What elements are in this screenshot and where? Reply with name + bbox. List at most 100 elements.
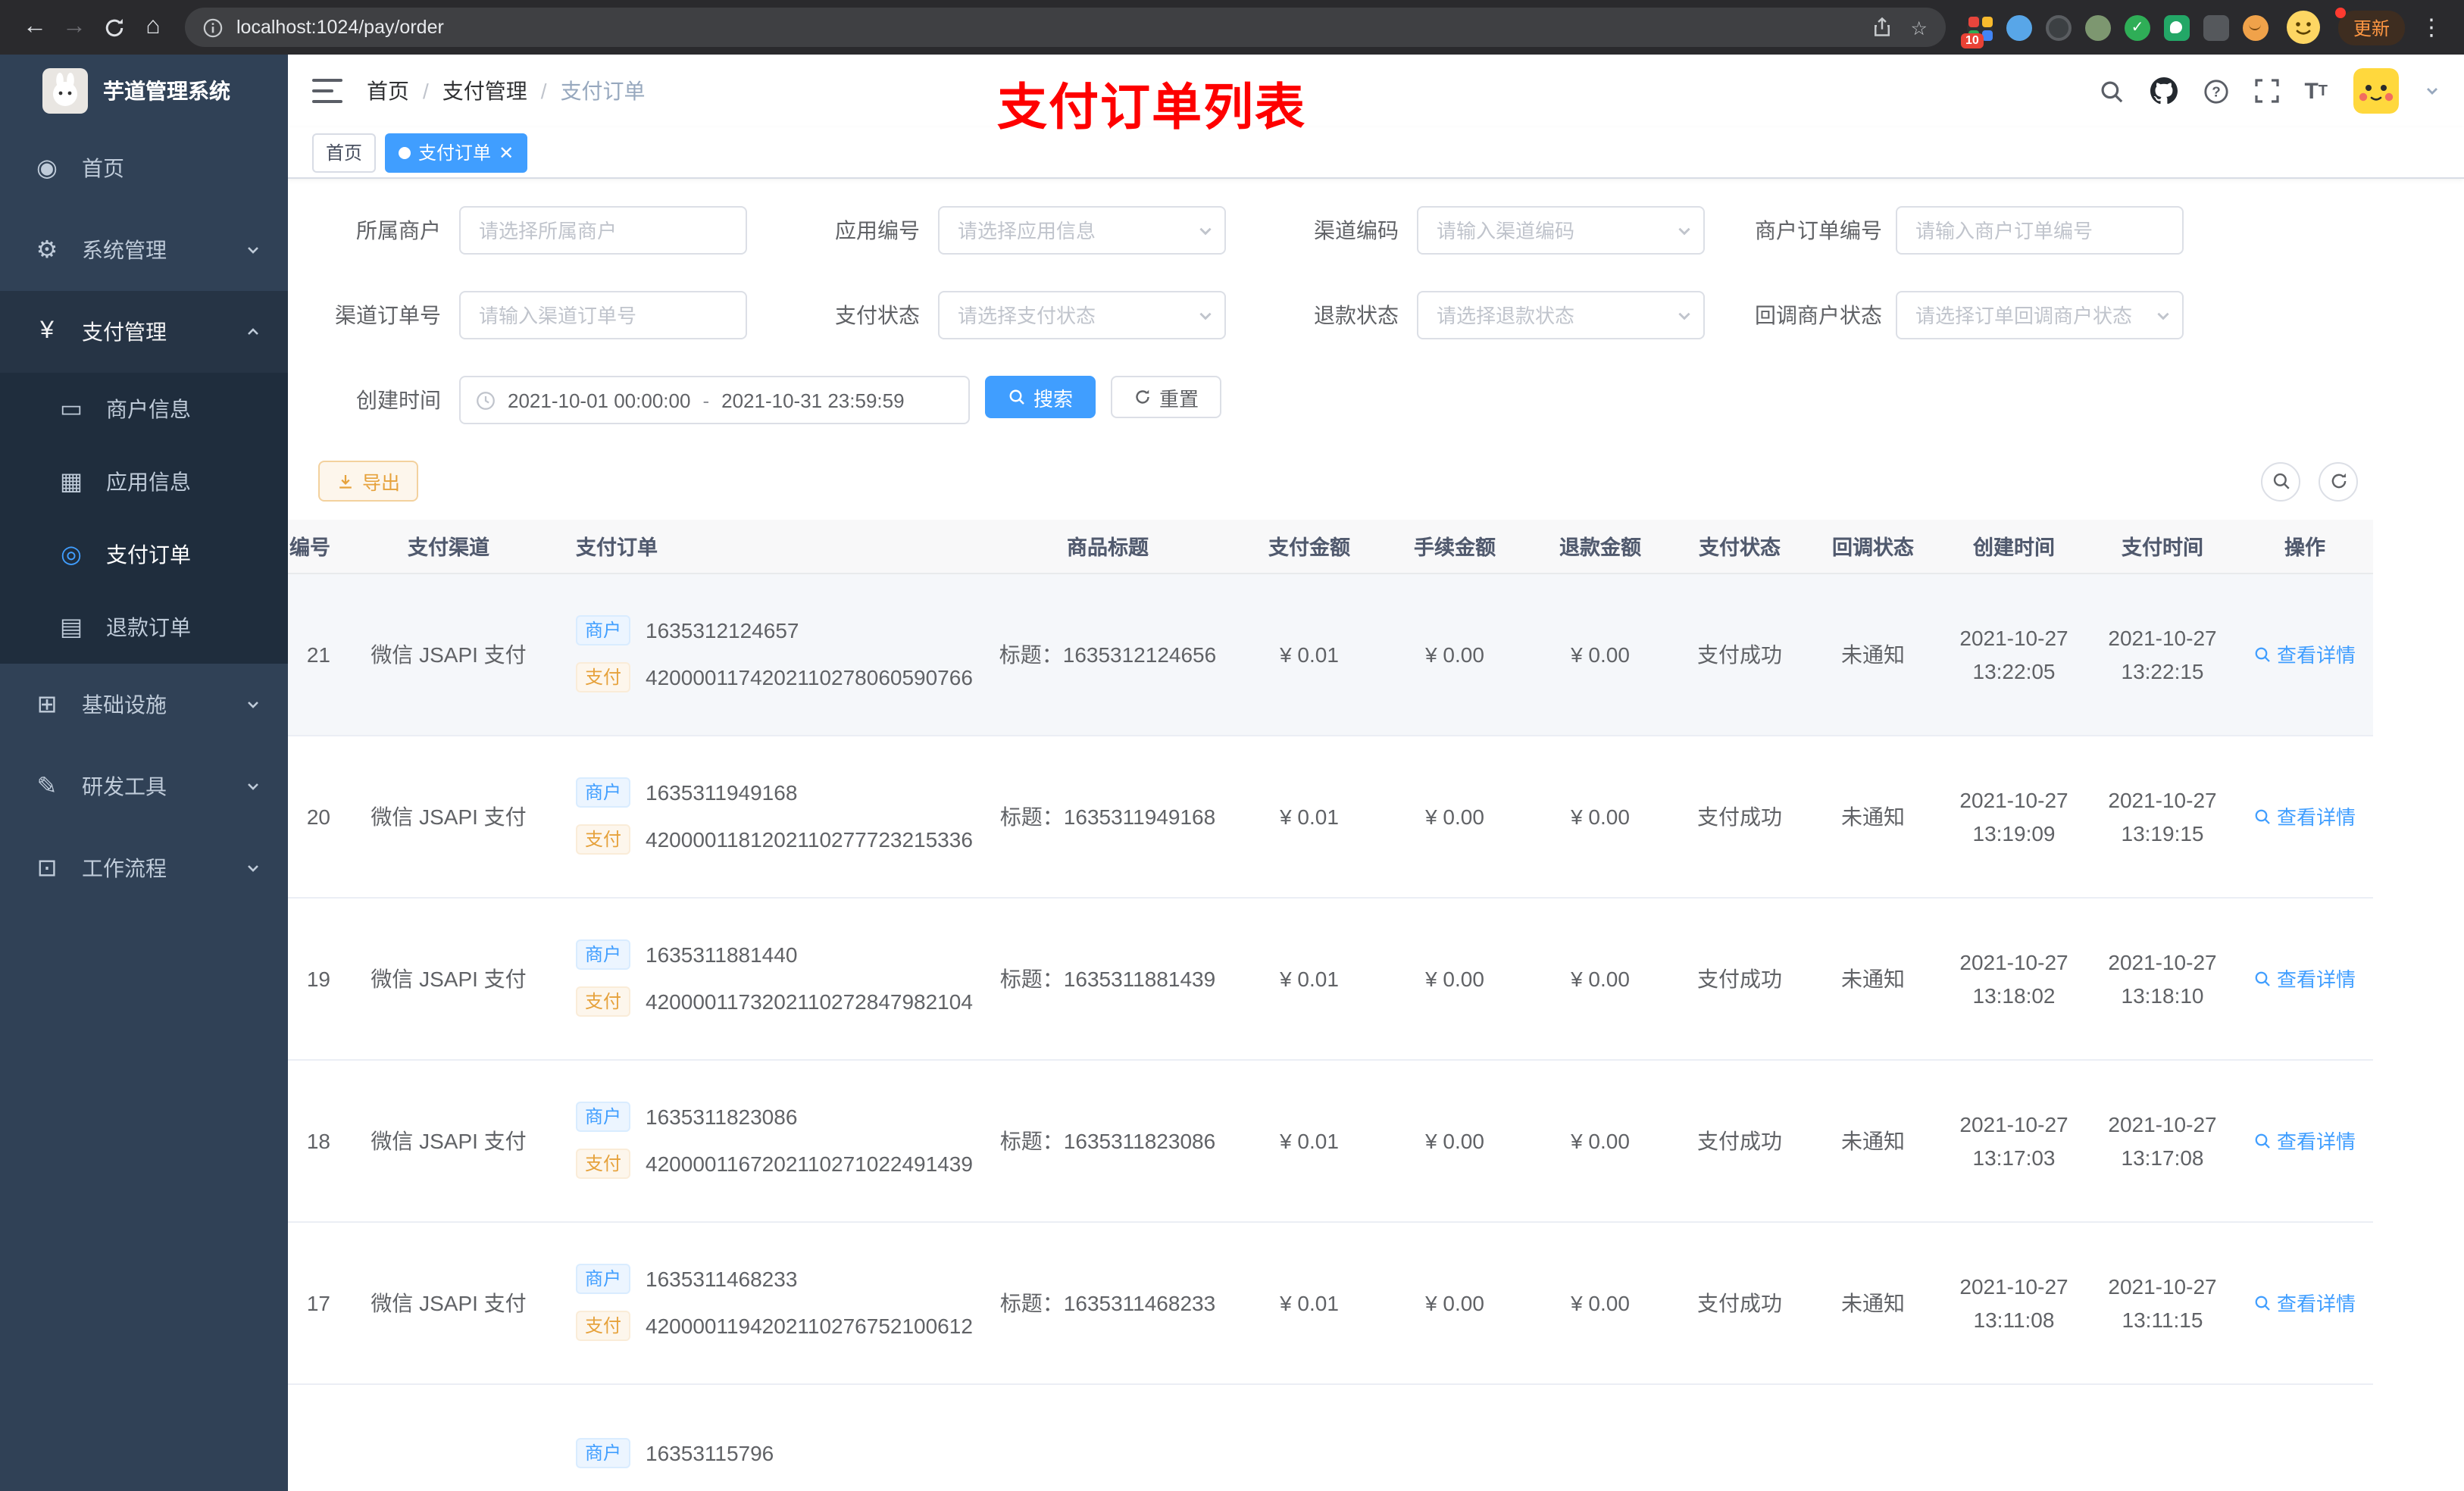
refresh-icon — [2331, 473, 2346, 489]
date-range-picker[interactable]: 2021-10-01 00:00:00 - 2021-10-31 23:59:5… — [459, 376, 970, 424]
app-id-select[interactable] — [938, 206, 1226, 255]
page-content: 所属商户 应用编号 渠道编码 商户订单编号 — [288, 179, 2464, 1491]
view-detail-link[interactable]: 查看详情 — [2254, 964, 2356, 992]
view-detail-link[interactable]: 查看详情 — [2254, 802, 2356, 830]
sidebar-item-home[interactable]: ◉ 首页 — [0, 127, 288, 209]
filter-notify-status: 回调商户状态 — [1755, 291, 2202, 339]
merchant-order-no: 1635311949168 — [646, 780, 798, 805]
sidebar-item-infrastructure[interactable]: ⊞ 基础设施 — [0, 664, 288, 746]
extension-icon[interactable] — [2203, 14, 2229, 40]
breadcrumb-home[interactable]: 首页 — [367, 76, 409, 106]
share-icon[interactable] — [1871, 17, 1893, 38]
tab-home[interactable]: 首页 — [312, 133, 377, 172]
product-title-cell: 标题：1635311949168 — [979, 735, 1237, 898]
merchant-order-no: 1635311881440 — [646, 942, 798, 967]
pay-tag: 支付 — [576, 1149, 631, 1179]
profile-avatar[interactable] — [2286, 11, 2320, 44]
filter-channel-order-no: 渠道订单号 — [318, 291, 765, 339]
pay-time-cell: 2021-10-27 13:17:08 — [2088, 1059, 2237, 1222]
fee-amount-cell: ¥ 0.00 — [1382, 573, 1527, 736]
merchant-tag: 商户 — [576, 1437, 631, 1468]
search-icon[interactable] — [2098, 78, 2124, 104]
sidebar-item-dev-tools[interactable]: ✎ 研发工具 — [0, 746, 288, 827]
sidebar-item-app-info[interactable]: ▦ 应用信息 — [0, 445, 288, 518]
extension-icon[interactable]: 10 — [1960, 14, 1993, 48]
extension-icon[interactable] — [2242, 14, 2269, 40]
browser-window: ← → ⌂ localhost:1024/pay/order ☆ 10 ✓ 更新… — [0, 0, 2464, 1491]
sidebar-item-pay-order[interactable]: ◎ 支付订单 — [0, 518, 288, 591]
channel-code-select[interactable] — [1417, 206, 1705, 255]
update-button[interactable]: 更新 — [2334, 7, 2405, 45]
search-button[interactable]: 搜索 — [985, 376, 1096, 418]
app-logo[interactable]: 芋道管理系统 — [0, 55, 288, 127]
sidebar-item-workflow[interactable]: ⊡ 工作流程 — [0, 827, 288, 909]
product-title-cell: 标题：1635311823086 — [979, 1059, 1237, 1222]
site-info-icon[interactable] — [203, 17, 223, 37]
bookmark-star-icon[interactable]: ☆ — [1911, 16, 1928, 39]
github-icon[interactable] — [2150, 77, 2178, 105]
extension-icon[interactable] — [2084, 14, 2111, 40]
table-toolbar: 导出 — [318, 461, 2434, 502]
caret-down-icon[interactable] — [2425, 83, 2440, 98]
channel-order-no-input[interactable] — [459, 291, 747, 339]
merchant-tag: 商户 — [576, 615, 631, 645]
address-bar[interactable]: localhost:1024/pay/order ☆ — [185, 8, 1946, 47]
tab-pay-order[interactable]: 支付订单 ✕ — [385, 133, 528, 172]
product-title-cell: 标题：1635311881439 — [979, 897, 1237, 1060]
yen-icon: ¥ — [40, 318, 54, 344]
fullscreen-icon[interactable] — [2254, 79, 2279, 103]
view-detail-link[interactable]: 查看详情 — [2254, 639, 2356, 668]
reset-button[interactable]: 重置 — [1111, 376, 1222, 418]
extension-icon[interactable] — [2006, 14, 2032, 40]
action-cell: 查看详情 — [2237, 573, 2373, 736]
back-icon[interactable]: ← — [15, 8, 55, 47]
sidebar-item-merchant-info[interactable]: ▭ 商户信息 — [0, 373, 288, 445]
reload-icon[interactable] — [94, 8, 133, 47]
search-toggle-button[interactable] — [2261, 461, 2300, 501]
merchant-order-no-input[interactable] — [1896, 206, 2184, 255]
filter-app-id: 应用编号 — [797, 206, 1244, 255]
notification-dot-icon — [2334, 7, 2346, 17]
export-button[interactable]: 导出 — [318, 461, 419, 502]
merchant-input[interactable] — [459, 206, 747, 255]
chrome-menu-icon[interactable]: ⋮ — [2414, 14, 2449, 41]
sidebar-item-refund-order[interactable]: ▤ 退款订单 — [0, 591, 288, 664]
pay-time-cell: 2021-10-27 13:22:15 — [2088, 573, 2237, 736]
fee-amount-cell: ¥ 0.00 — [1382, 735, 1527, 898]
fee-amount-cell: ¥ 0.00 — [1382, 1221, 1527, 1384]
extension-icon[interactable] — [2163, 14, 2190, 40]
extension-icon[interactable] — [2045, 14, 2072, 40]
refund-status-select[interactable] — [1417, 291, 1705, 339]
view-detail-link[interactable]: 查看详情 — [2254, 1126, 2356, 1155]
help-icon[interactable]: ? — [2203, 78, 2228, 104]
pay-status-select[interactable] — [938, 291, 1226, 339]
refresh-button[interactable] — [2319, 461, 2358, 501]
sidebar-item-system[interactable]: ⚙ 系统管理 — [0, 209, 288, 291]
close-icon[interactable]: ✕ — [499, 143, 514, 161]
notify-status-select[interactable] — [1896, 291, 2184, 339]
hamburger-icon[interactable] — [312, 79, 342, 103]
table-row: 20 微信 JSAPI 支付 商户 1635311949168 支付 42000… — [288, 735, 2373, 898]
dashboard-icon: ◉ — [36, 156, 58, 182]
sidebar-item-payment[interactable]: ¥ 支付管理 — [0, 291, 288, 373]
view-detail-link[interactable]: 查看详情 — [2254, 1288, 2356, 1317]
forward-icon[interactable]: → — [55, 8, 94, 47]
pay-order-cell: 商户 1635312124657 支付 42000011742021102780… — [555, 573, 979, 736]
sidebar: 芋道管理系统 ◉ 首页 ⚙ 系统管理 ¥ 支付管理 ▭ 商户信息 ▦ 应用信息 … — [0, 55, 288, 1491]
pay-order-no: 4200001181202110277723215336 — [646, 827, 973, 852]
chevron-up-icon — [245, 324, 261, 339]
create-time-cell: 2021-10-27 13:17:03 — [1940, 1059, 2088, 1222]
refund-amount-cell: ¥ 0.00 — [1527, 735, 1673, 898]
font-size-icon[interactable]: TT — [2304, 78, 2328, 104]
refresh-icon — [1136, 389, 1149, 404]
extension-icon[interactable]: ✓ — [2124, 14, 2150, 40]
action-cell: 查看详情 — [2237, 1221, 2373, 1384]
pay-order-no: 4200001173202110272847982104 — [646, 989, 973, 1014]
create-time-cell: 2021-10-27 13:22:05 — [1940, 573, 2088, 736]
user-avatar[interactable] — [2353, 68, 2399, 114]
breadcrumb-payment[interactable]: 支付管理 — [442, 76, 527, 106]
action-cell: 查看详情 — [2237, 1059, 2373, 1222]
home-icon[interactable]: ⌂ — [133, 8, 173, 47]
infrastructure-icon: ⊞ — [36, 692, 58, 718]
table-row-partial: 商户 16353115796 — [288, 1383, 2373, 1491]
